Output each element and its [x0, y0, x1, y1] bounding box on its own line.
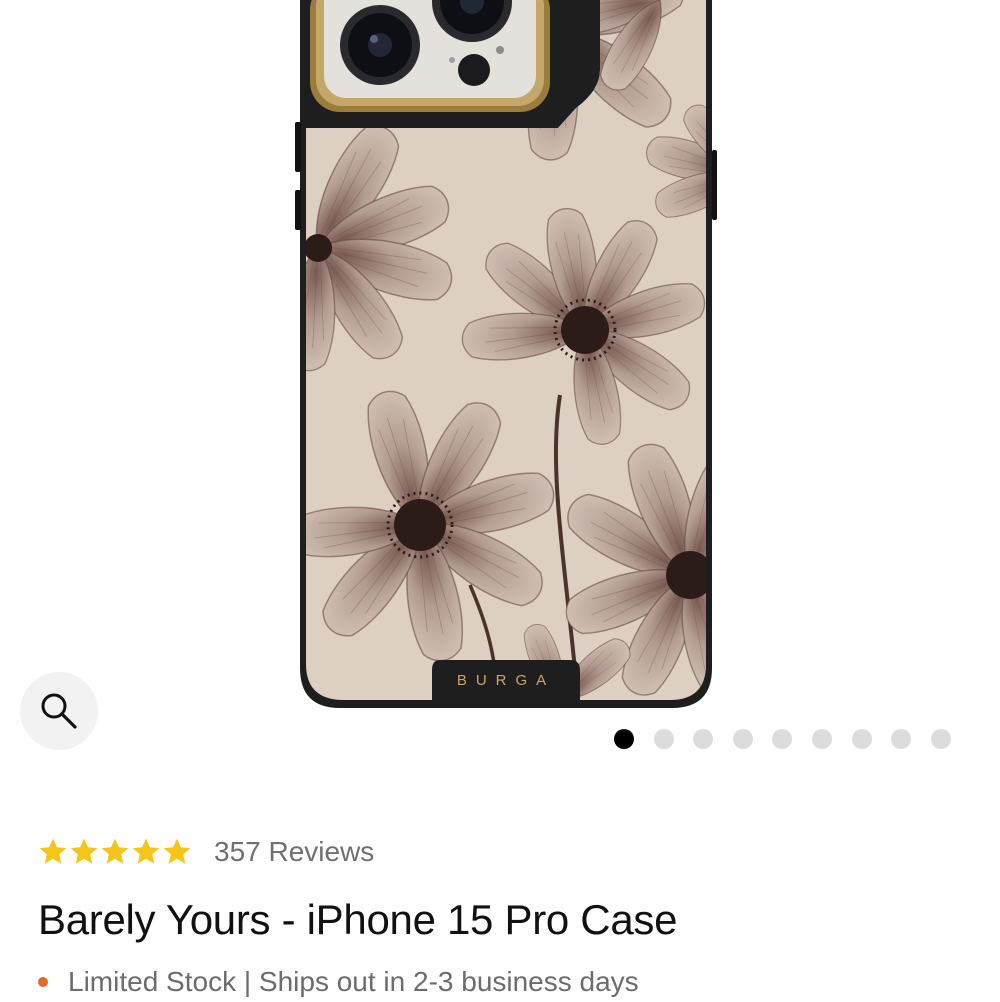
pagination-dot[interactable] — [891, 729, 912, 749]
reviews-count[interactable]: 357 Reviews — [214, 836, 374, 868]
star-icon — [39, 838, 67, 864]
pagination-dot[interactable] — [732, 729, 753, 749]
magnifier-icon — [41, 693, 77, 729]
zoom-button[interactable] — [20, 672, 98, 750]
stock-status: Limited Stock | Ships out in 2-3 busines… — [38, 962, 639, 1002]
product-image-gallery[interactable]: BURGA — [0, 0, 1000, 760]
pagination-dot[interactable] — [614, 729, 634, 749]
star-icon — [101, 838, 129, 864]
star-rating — [38, 837, 192, 867]
star-icon — [163, 838, 191, 864]
gallery-pagination — [614, 729, 951, 749]
star-icon — [70, 838, 98, 864]
pagination-dot[interactable] — [930, 729, 951, 749]
stock-text: Limited Stock | Ships out in 2-3 busines… — [68, 966, 639, 997]
pagination-dot[interactable] — [653, 729, 674, 749]
stock-indicator-dot — [38, 977, 48, 987]
pagination-dot[interactable] — [772, 729, 793, 749]
product-image: BURGA — [295, 0, 717, 708]
brand-logo: BURGA — [457, 672, 555, 689]
product-title: Barely Yours - iPhone 15 Pro Case — [38, 896, 678, 943]
reviews-summary[interactable]: 357 Reviews — [38, 832, 374, 872]
pagination-dot[interactable] — [693, 729, 714, 749]
star-icon — [132, 838, 160, 864]
pagination-dot[interactable] — [851, 729, 872, 749]
pagination-dot[interactable] — [811, 729, 832, 749]
